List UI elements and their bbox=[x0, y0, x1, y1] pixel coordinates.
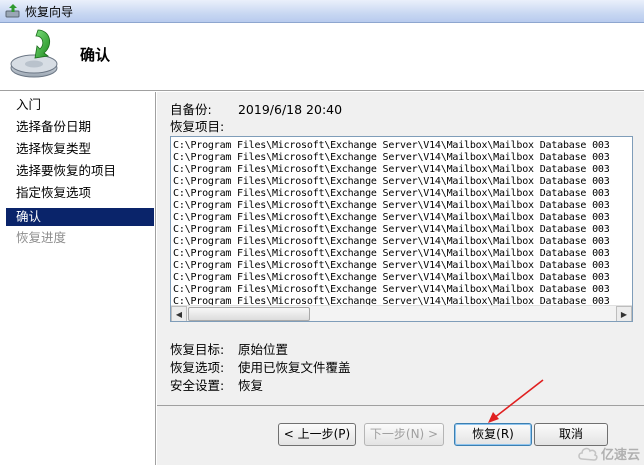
step-specify-options[interactable]: 指定恢复选项 bbox=[6, 184, 154, 202]
security-settings-value: 恢复 bbox=[237, 378, 263, 393]
recovery-items-list[interactable]: C:\Program Files\Microsoft\Exchange Serv… bbox=[170, 136, 633, 322]
backup-from-value: 2019/6/18 20:40 bbox=[237, 102, 343, 117]
step-confirmation[interactable]: 确认 bbox=[6, 208, 154, 226]
list-item[interactable]: C:\Program Files\Microsoft\Exchange Serv… bbox=[173, 140, 632, 152]
step-recovery-progress: 恢复进度 bbox=[16, 230, 67, 245]
window-titlebar[interactable]: 恢复向导 bbox=[0, 0, 644, 23]
cloud-logo-icon bbox=[578, 447, 598, 461]
cancel-button[interactable]: 取消 bbox=[534, 423, 608, 446]
horizontal-scrollbar[interactable]: ◀ ▶ bbox=[171, 305, 632, 321]
list-item[interactable]: C:\Program Files\Microsoft\Exchange Serv… bbox=[173, 212, 632, 224]
list-item[interactable]: C:\Program Files\Microsoft\Exchange Serv… bbox=[173, 176, 632, 188]
scroll-left-icon[interactable]: ◀ bbox=[171, 306, 187, 321]
recovery-options-value: 使用已恢复文件覆盖 bbox=[237, 360, 351, 375]
list-item[interactable]: C:\Program Files\Microsoft\Exchange Serv… bbox=[173, 164, 632, 176]
scrollbar-thumb[interactable] bbox=[188, 307, 310, 321]
security-settings-row: 安全设置: 恢复 bbox=[170, 375, 263, 394]
step-select-recovery-type[interactable]: 选择恢复类型 bbox=[6, 140, 154, 158]
recovery-target-value: 原始位置 bbox=[237, 342, 288, 357]
window-title: 恢复向导 bbox=[25, 4, 74, 19]
list-item[interactable]: C:\Program Files\Microsoft\Exchange Serv… bbox=[173, 284, 632, 296]
button-separator bbox=[157, 405, 644, 406]
wizard-header: 确认 bbox=[0, 23, 644, 91]
back-button[interactable]: < 上一步(P) bbox=[278, 423, 356, 446]
list-item[interactable]: C:\Program Files\Microsoft\Exchange Serv… bbox=[173, 200, 632, 212]
items-label: 恢复项目: bbox=[170, 119, 225, 134]
list-item[interactable]: C:\Program Files\Microsoft\Exchange Serv… bbox=[173, 188, 632, 200]
list-item[interactable]: C:\Program Files\Microsoft\Exchange Serv… bbox=[173, 152, 632, 164]
security-settings-label: 安全设置: bbox=[170, 378, 225, 393]
recovery-options-row: 恢复选项: 使用已恢复文件覆盖 bbox=[170, 357, 351, 376]
step-select-items[interactable]: 选择要恢复的项目 bbox=[6, 162, 154, 180]
step-select-backup-date[interactable]: 选择备份日期 bbox=[6, 118, 154, 136]
list-item[interactable]: C:\Program Files\Microsoft\Exchange Serv… bbox=[173, 236, 632, 248]
backup-restore-icon bbox=[10, 29, 58, 78]
list-item[interactable]: C:\Program Files\Microsoft\Exchange Serv… bbox=[173, 272, 632, 284]
scroll-right-icon[interactable]: ▶ bbox=[616, 306, 632, 321]
recovery-target-label: 恢复目标: bbox=[170, 342, 225, 357]
recovery-target-row: 恢复目标: 原始位置 bbox=[170, 339, 288, 358]
recover-button[interactable]: 恢复(R) bbox=[454, 423, 532, 446]
next-button: 下一步(N) > bbox=[364, 423, 444, 446]
step-getting-started[interactable]: 入门 bbox=[6, 96, 154, 114]
list-item[interactable]: C:\Program Files\Microsoft\Exchange Serv… bbox=[173, 248, 632, 260]
list-item[interactable]: C:\Program Files\Microsoft\Exchange Serv… bbox=[173, 260, 632, 272]
page-title: 确认 bbox=[80, 46, 111, 64]
watermark: 亿速云 bbox=[577, 444, 640, 463]
wizard-content: 自备份: 2019/6/18 20:40 恢复项目: C:\Program Fi… bbox=[157, 92, 644, 465]
list-item[interactable]: C:\Program Files\Microsoft\Exchange Serv… bbox=[173, 224, 632, 236]
recovery-wizard-icon bbox=[5, 4, 20, 18]
recovery-options-label: 恢复选项: bbox=[170, 360, 225, 375]
watermark-text: 亿速云 bbox=[600, 448, 640, 463]
recovery-items-lines: C:\Program Files\Microsoft\Exchange Serv… bbox=[173, 140, 632, 306]
wizard-steps-sidebar: 入门 选择备份日期 选择恢复类型 选择要恢复的项目 指定恢复选项 确认 恢复进度 bbox=[0, 92, 156, 465]
